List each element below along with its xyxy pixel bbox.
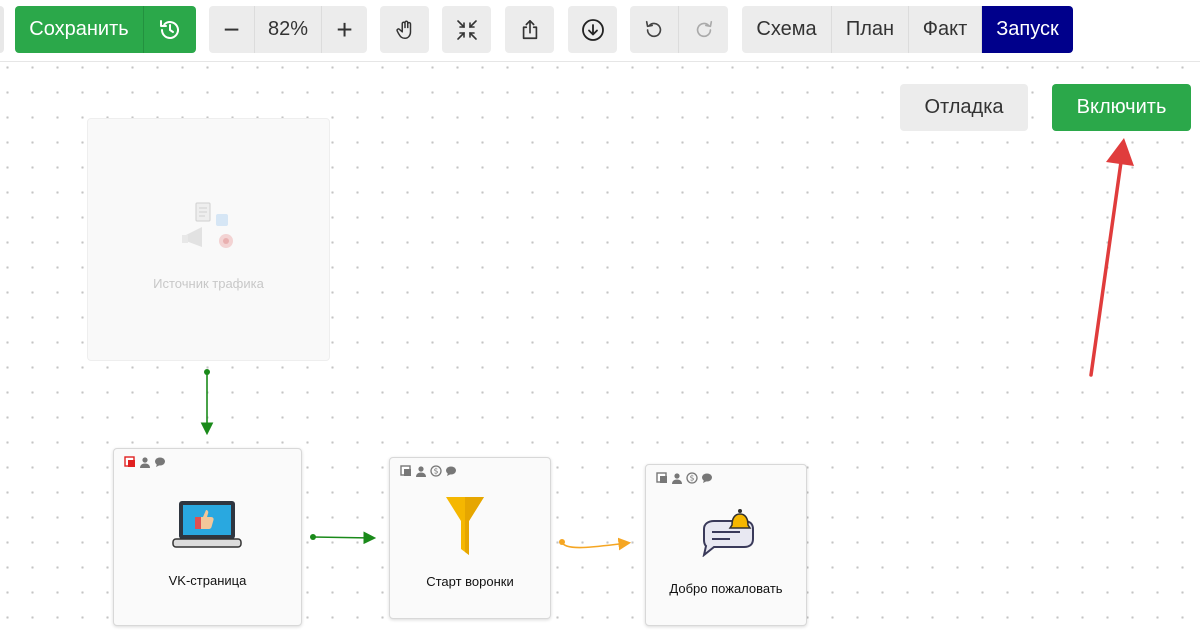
svg-text:$: $ — [434, 467, 439, 476]
message-bell-icon — [702, 509, 754, 557]
page-badge-icon — [124, 456, 135, 467]
download-circle-icon — [581, 18, 604, 41]
svg-text:$: $ — [690, 474, 695, 483]
redo-button[interactable] — [679, 6, 728, 53]
node-badges — [124, 456, 166, 468]
node-label: Добро пожаловать — [669, 581, 783, 596]
undo-icon — [645, 20, 662, 37]
pan-mode-button[interactable] — [380, 6, 429, 53]
page-badge-icon — [400, 465, 411, 476]
node-traffic-source[interactable]: Источник трафика — [87, 118, 330, 361]
share-button[interactable] — [505, 6, 554, 53]
hand-pointer-icon — [395, 20, 411, 39]
share-upload-icon — [522, 19, 537, 39]
zoom-out-button[interactable]: − — [209, 6, 254, 53]
mode-tabs: Схема План Факт Запуск — [742, 6, 1073, 53]
download-button[interactable] — [568, 6, 617, 53]
chat-badge-icon — [446, 466, 456, 476]
save-group: Сохранить — [15, 6, 196, 53]
laptop-like-icon — [172, 501, 242, 548]
history-icon — [160, 19, 179, 39]
chat-badge-icon — [155, 457, 165, 467]
zoom-in-button[interactable]: + — [322, 6, 367, 53]
save-button[interactable]: Сохранить — [15, 6, 144, 53]
node-label: Старт воронки — [426, 574, 514, 589]
undo-button[interactable] — [630, 6, 679, 53]
node-vk-page[interactable]: VK-страница — [113, 448, 302, 626]
toolbar: Сохранить − 82% + Схема План Факт Запуск — [0, 0, 1200, 62]
page-badge-icon — [656, 472, 667, 483]
collapse-arrows-icon — [456, 19, 477, 40]
redo-icon — [696, 20, 712, 37]
node-funnel-start[interactable]: $ Старт воронки — [389, 457, 551, 619]
money-badge-icon: $ — [430, 465, 442, 477]
collapse-button[interactable] — [442, 6, 491, 53]
undo-redo-group — [630, 6, 728, 53]
debug-button[interactable]: Отладка — [900, 84, 1028, 131]
zoom-level: 82% — [254, 6, 322, 53]
zoom-control: − 82% + — [209, 6, 367, 53]
traffic-source-icon — [182, 202, 233, 248]
tab-fact[interactable]: Факт — [909, 6, 982, 53]
money-badge-icon: $ — [686, 472, 698, 484]
node-badges: $ — [656, 472, 713, 484]
node-badges: $ — [400, 465, 457, 477]
node-label: Источник трафика — [153, 276, 264, 291]
chat-badge-icon — [702, 473, 712, 483]
node-label: VK-страница — [168, 573, 247, 588]
user-badge-icon — [140, 457, 150, 468]
tab-plan[interactable]: План — [832, 6, 909, 53]
user-badge-icon — [672, 473, 682, 484]
funnel-icon — [446, 497, 484, 555]
node-welcome[interactable]: $ Добро пожаловать — [645, 464, 807, 626]
tab-schema[interactable]: Схема — [742, 6, 832, 53]
toolbar-left-edge — [0, 6, 4, 53]
history-button[interactable] — [144, 6, 196, 53]
tab-launch[interactable]: Запуск — [982, 6, 1073, 53]
user-badge-icon — [416, 466, 426, 477]
enable-button[interactable]: Включить — [1052, 84, 1191, 131]
